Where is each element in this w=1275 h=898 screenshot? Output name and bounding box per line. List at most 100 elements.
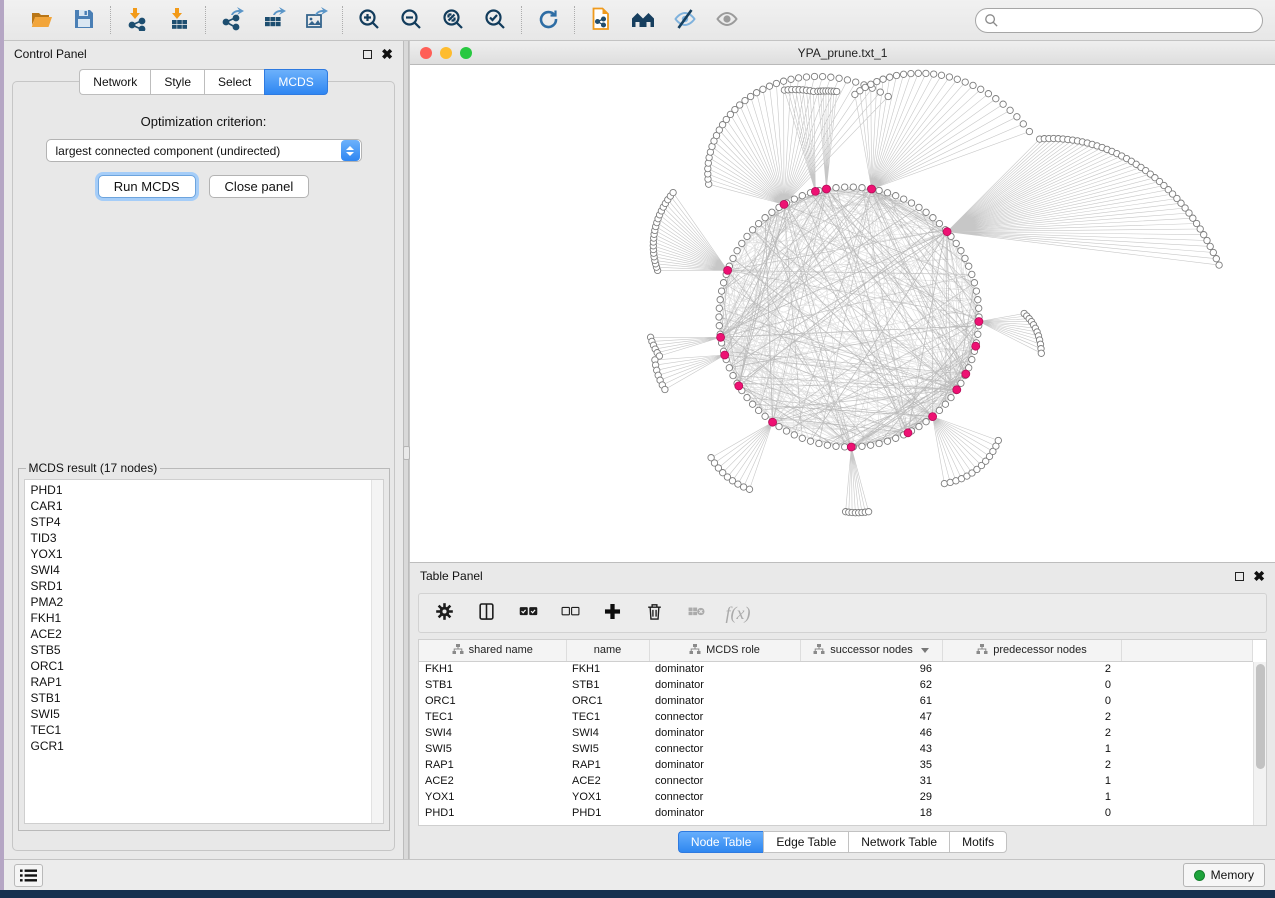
table-cell[interactable]: 2 bbox=[942, 757, 1121, 773]
mcds-result-item[interactable]: SWI4 bbox=[31, 562, 383, 578]
tab-node-table[interactable]: Node Table bbox=[678, 831, 764, 853]
float-panel-icon[interactable] bbox=[363, 50, 372, 59]
table-cell[interactable]: ORC1 bbox=[566, 693, 649, 709]
mcds-result-item[interactable]: PHD1 bbox=[31, 482, 383, 498]
export-image-button[interactable] bbox=[302, 6, 330, 34]
zoom-in-button[interactable] bbox=[355, 6, 383, 34]
table-cell[interactable]: connector bbox=[649, 773, 800, 789]
export-table-button[interactable] bbox=[260, 6, 288, 34]
mcds-result-item[interactable]: STB1 bbox=[31, 690, 383, 706]
table-cell[interactable]: dominator bbox=[649, 725, 800, 741]
network-overview-button[interactable] bbox=[629, 6, 657, 34]
mcds-result-item[interactable]: STB5 bbox=[31, 642, 383, 658]
mcds-result-item[interactable]: FKH1 bbox=[31, 610, 383, 626]
tab-mcds[interactable]: MCDS bbox=[264, 69, 327, 95]
table-cell[interactable]: FKH1 bbox=[566, 661, 649, 677]
show-details-button[interactable] bbox=[713, 6, 741, 34]
open-file-button[interactable] bbox=[28, 6, 56, 34]
table-cell[interactable]: 43 bbox=[800, 741, 942, 757]
mcds-result-item[interactable]: PMA2 bbox=[31, 594, 383, 610]
table-cell[interactable]: 2 bbox=[942, 709, 1121, 725]
table-cell[interactable]: dominator bbox=[649, 693, 800, 709]
table-cell[interactable]: 2 bbox=[942, 725, 1121, 741]
table-cell[interactable]: RAP1 bbox=[566, 757, 649, 773]
table-cell[interactable]: PHD1 bbox=[566, 805, 649, 821]
panel-splitter[interactable] bbox=[403, 41, 409, 859]
float-table-panel-icon[interactable] bbox=[1235, 572, 1244, 581]
table-cell[interactable]: SWI4 bbox=[566, 725, 649, 741]
table-row[interactable]: ACE2ACE2connector311 bbox=[419, 773, 1253, 789]
splitter-handle[interactable] bbox=[403, 446, 410, 460]
tab-network[interactable]: Network bbox=[79, 69, 150, 95]
table-row[interactable]: YOX1YOX1connector291 bbox=[419, 789, 1253, 805]
task-history-button[interactable] bbox=[14, 864, 43, 887]
table-row[interactable]: FKH1FKH1dominator962 bbox=[419, 661, 1253, 677]
search-input[interactable] bbox=[975, 8, 1263, 33]
import-table-button[interactable] bbox=[165, 6, 193, 34]
save-session-button[interactable] bbox=[70, 6, 98, 34]
mcds-result-listbox[interactable]: PHD1CAR1STP4TID3YOX1SWI4SRD1PMA2FKH1ACE2… bbox=[24, 479, 384, 824]
table-cell[interactable]: TEC1 bbox=[566, 709, 649, 725]
table-scrollbar-thumb[interactable] bbox=[1256, 664, 1265, 769]
tab-network-table[interactable]: Network Table bbox=[848, 831, 949, 853]
table-cell[interactable]: ACE2 bbox=[566, 773, 649, 789]
import-network-button[interactable] bbox=[123, 6, 151, 34]
table-cell[interactable]: 31 bbox=[800, 773, 942, 789]
table-cell[interactable]: ORC1 bbox=[419, 693, 566, 709]
network-canvas[interactable] bbox=[410, 65, 1275, 562]
table-cell[interactable]: SWI5 bbox=[419, 741, 566, 757]
share-document-button[interactable] bbox=[587, 6, 615, 34]
settings-gear-button[interactable] bbox=[433, 602, 455, 624]
hide-details-button[interactable] bbox=[671, 6, 699, 34]
mcds-result-item[interactable]: SWI5 bbox=[31, 706, 383, 722]
table-cell[interactable]: 0 bbox=[942, 677, 1121, 693]
table-cell[interactable]: 96 bbox=[800, 661, 942, 677]
table-row[interactable]: ORC1ORC1dominator610 bbox=[419, 693, 1253, 709]
table-cell[interactable]: PHD1 bbox=[419, 805, 566, 821]
table-cell[interactable]: 18 bbox=[800, 805, 942, 821]
export-network-button[interactable] bbox=[218, 6, 246, 34]
column-header-MCDS-role[interactable]: MCDS role bbox=[649, 640, 800, 661]
table-cell[interactable]: SWI4 bbox=[419, 725, 566, 741]
table-cell[interactable]: 35 bbox=[800, 757, 942, 773]
table-cell[interactable]: 1 bbox=[942, 741, 1121, 757]
memory-button[interactable]: Memory bbox=[1183, 863, 1265, 887]
table-cell[interactable]: 47 bbox=[800, 709, 942, 725]
table-cell[interactable]: TEC1 bbox=[419, 709, 566, 725]
mcds-result-item[interactable]: YOX1 bbox=[31, 546, 383, 562]
tab-edge-table[interactable]: Edge Table bbox=[763, 831, 848, 853]
tab-motifs[interactable]: Motifs bbox=[949, 831, 1007, 853]
table-row[interactable]: RAP1RAP1dominator352 bbox=[419, 757, 1253, 773]
table-cell[interactable]: 29 bbox=[800, 789, 942, 805]
column-header-predecessor-nodes[interactable]: predecessor nodes bbox=[942, 640, 1121, 661]
table-cell[interactable]: 2 bbox=[942, 661, 1121, 677]
mcds-list-scrollbar[interactable] bbox=[371, 480, 383, 823]
table-cell[interactable]: RAP1 bbox=[419, 757, 566, 773]
mcds-result-item[interactable]: RAP1 bbox=[31, 674, 383, 690]
table-cell[interactable]: 61 bbox=[800, 693, 942, 709]
mcds-result-item[interactable]: TEC1 bbox=[31, 722, 383, 738]
table-cell[interactable]: connector bbox=[649, 789, 800, 805]
refresh-view-button[interactable] bbox=[534, 6, 562, 34]
table-cell[interactable]: connector bbox=[649, 709, 800, 725]
table-cell[interactable]: ACE2 bbox=[419, 773, 566, 789]
table-cell[interactable]: STB1 bbox=[566, 677, 649, 693]
deselect-all-checks-button[interactable] bbox=[559, 602, 581, 624]
run-mcds-button[interactable]: Run MCDS bbox=[98, 175, 196, 198]
table-row[interactable]: PHD1PHD1dominator180 bbox=[419, 805, 1253, 821]
table-cell[interactable]: dominator bbox=[649, 661, 800, 677]
column-header-shared-name[interactable]: shared name bbox=[419, 640, 566, 661]
delete-column-button[interactable] bbox=[643, 602, 665, 624]
zoom-fit-button[interactable] bbox=[439, 6, 467, 34]
table-row[interactable]: TEC1TEC1connector472 bbox=[419, 709, 1253, 725]
table-scrollbar[interactable] bbox=[1253, 662, 1266, 825]
table-cell[interactable]: YOX1 bbox=[566, 789, 649, 805]
table-cell[interactable]: connector bbox=[649, 741, 800, 757]
fan-nodes[interactable] bbox=[647, 70, 1222, 516]
zoom-out-button[interactable] bbox=[397, 6, 425, 34]
mcds-result-item[interactable]: STP4 bbox=[31, 514, 383, 530]
table-cell[interactable]: 62 bbox=[800, 677, 942, 693]
select-all-checks-button[interactable] bbox=[517, 602, 539, 624]
table-cell[interactable]: YOX1 bbox=[419, 789, 566, 805]
column-header-name[interactable]: name bbox=[566, 640, 649, 661]
